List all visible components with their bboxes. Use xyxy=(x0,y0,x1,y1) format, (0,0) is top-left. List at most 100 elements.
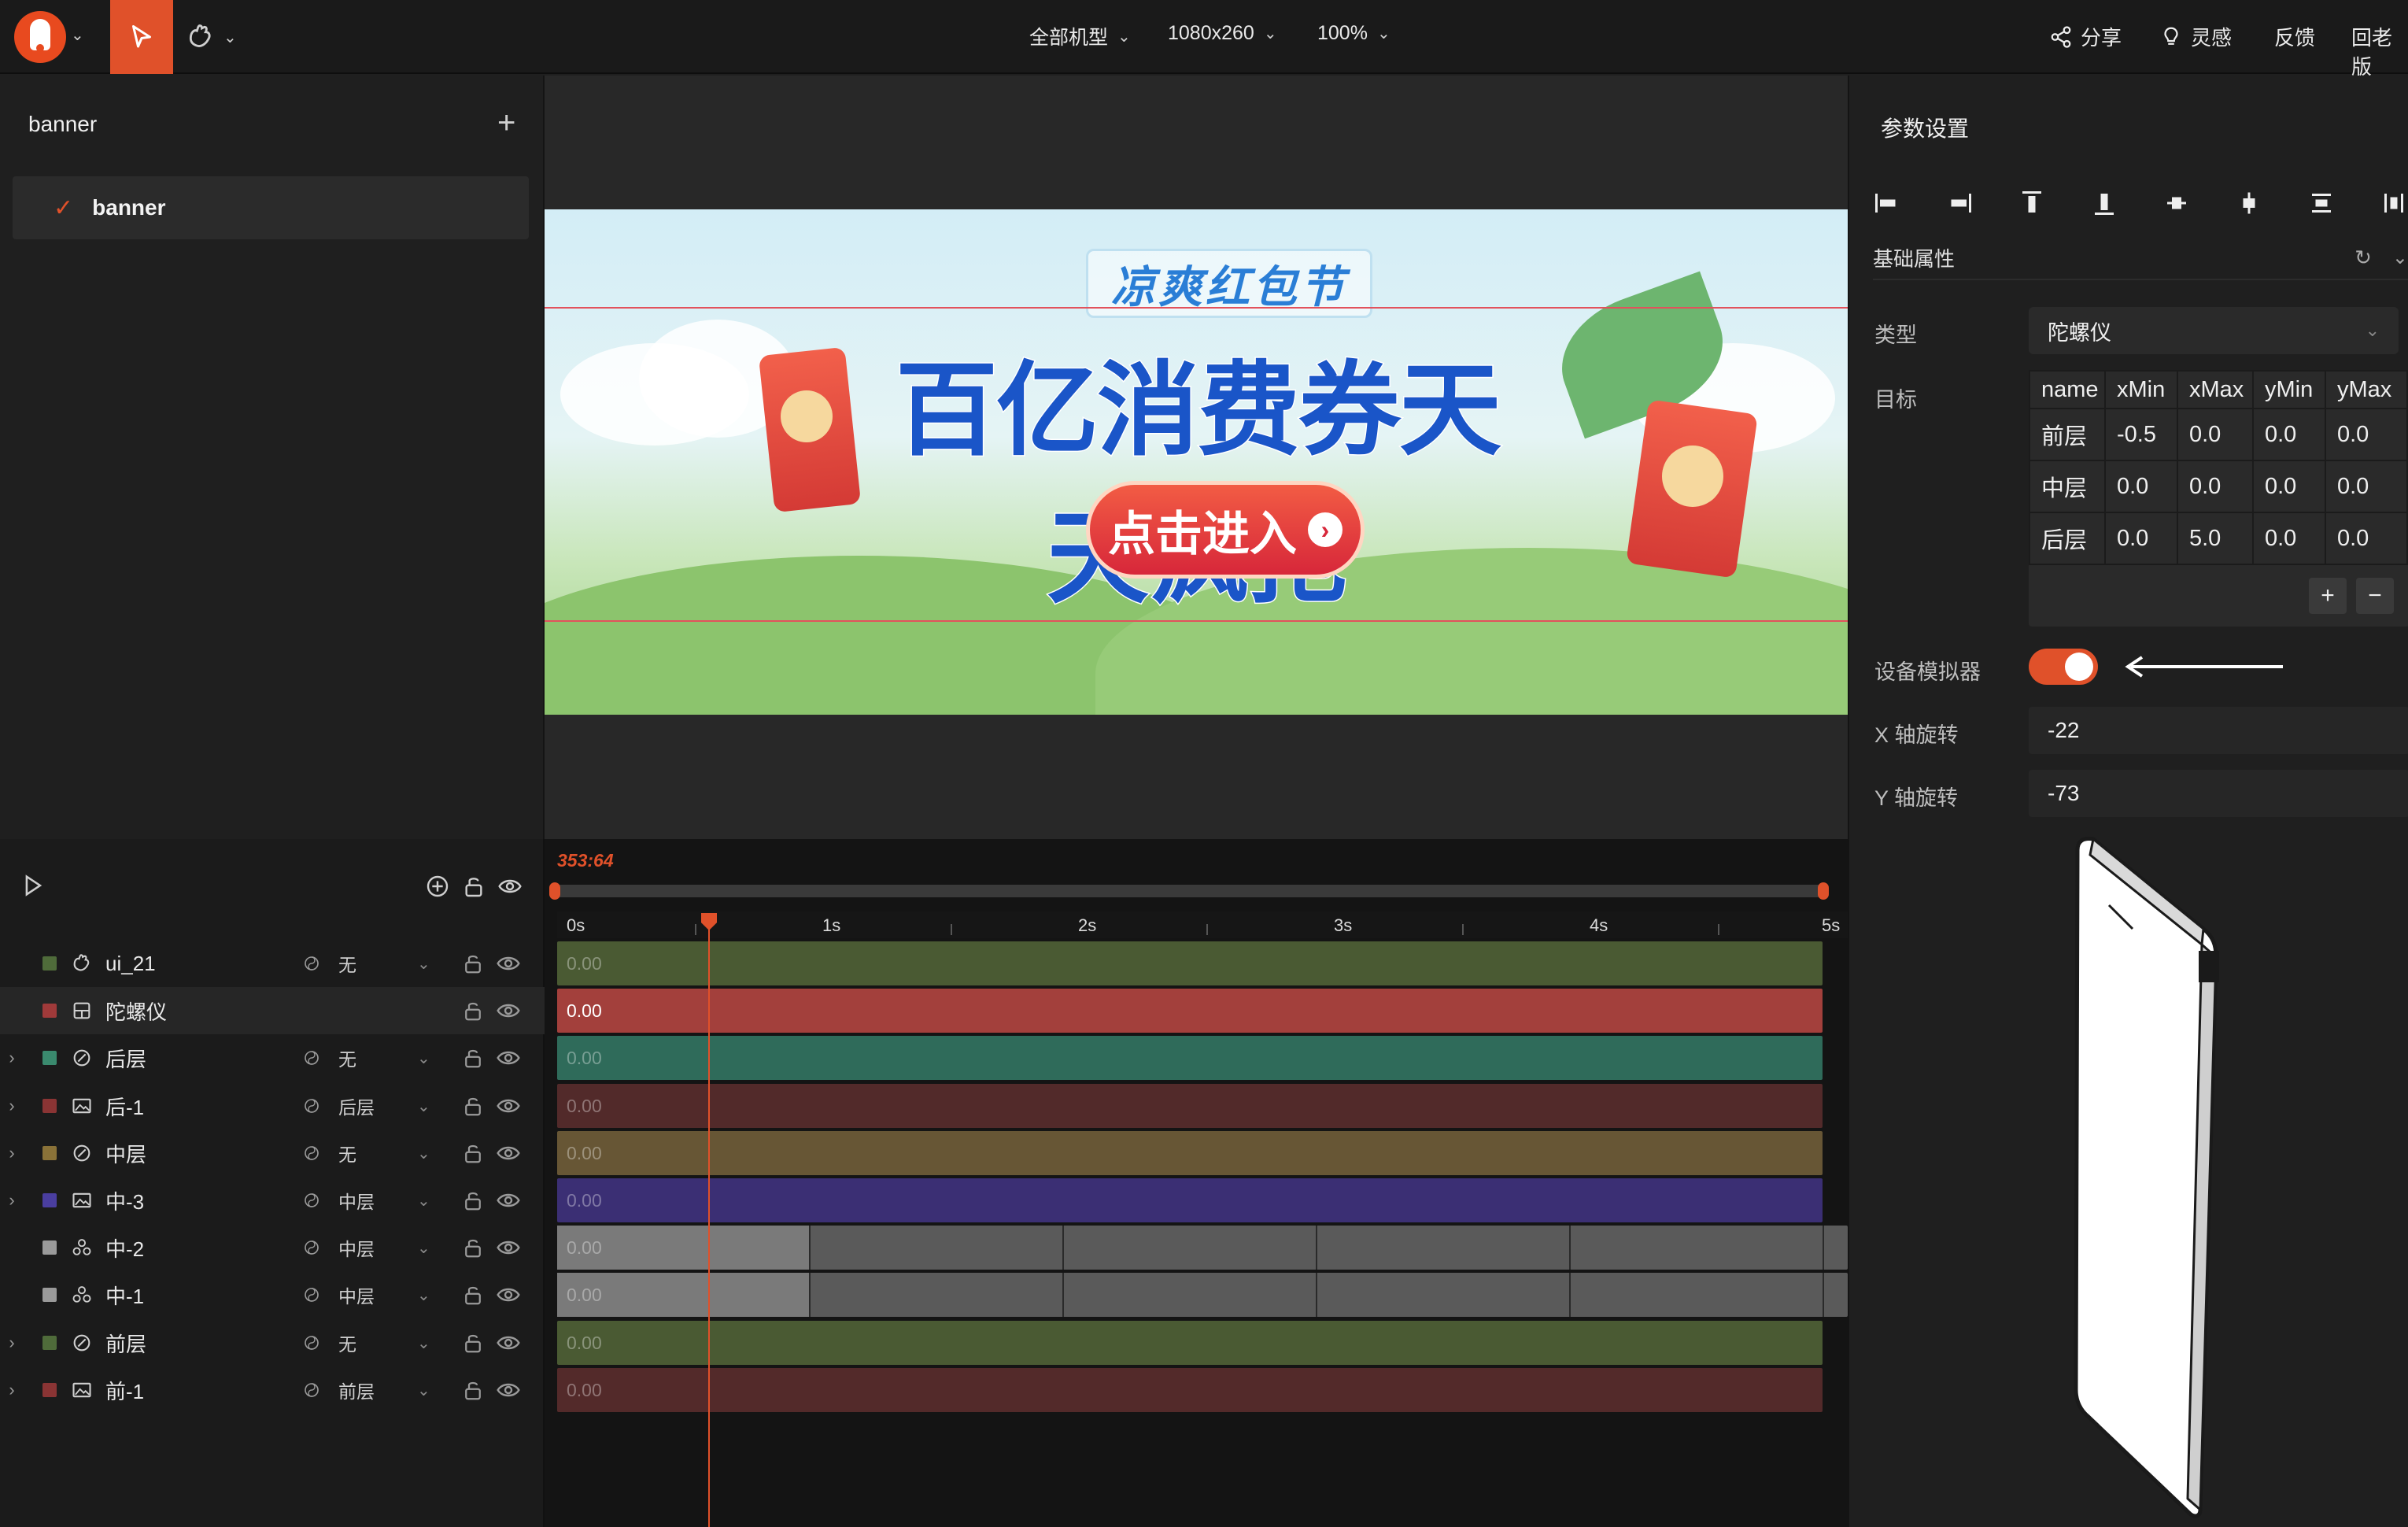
blend-mode-select[interactable]: 无 xyxy=(338,1329,417,1356)
align-top-icon[interactable] xyxy=(2018,189,2046,217)
hand-tool-button[interactable]: ⌄ xyxy=(186,17,257,57)
chevron-down-icon[interactable]: ⌄ xyxy=(417,1285,441,1305)
eye-icon[interactable] xyxy=(496,1188,521,1213)
chevron-down-icon[interactable]: ⌄ xyxy=(417,954,441,974)
hand-tool-chevron-icon[interactable]: ⌄ xyxy=(223,28,237,47)
blend-mode-select[interactable]: 无 xyxy=(338,1140,417,1167)
lock-icon[interactable] xyxy=(461,1236,485,1259)
layer-row[interactable]: › 后-1 后层 ⌄ xyxy=(0,1082,545,1130)
table-cell[interactable]: 0.0 xyxy=(2252,460,2326,513)
table-cell[interactable]: -0.5 xyxy=(2104,408,2178,461)
chevron-down-icon[interactable]: ⌄ xyxy=(417,1096,441,1116)
layer-row[interactable]: › 中层 无 ⌄ xyxy=(0,1130,545,1177)
table-cell[interactable]: 0.0 xyxy=(2104,460,2178,513)
logo-menu-chevron-icon[interactable]: ⌄ xyxy=(71,25,84,45)
scrollbar-start-handle[interactable] xyxy=(549,882,560,900)
table-cell[interactable]: 0.0 xyxy=(2177,408,2254,461)
table-cell[interactable]: 0.0 xyxy=(2177,460,2254,513)
lock-icon[interactable] xyxy=(461,952,485,975)
table-cell[interactable]: 0.0 xyxy=(2325,408,2408,461)
blend-mode-select[interactable]: 前层 xyxy=(338,1377,417,1403)
layer-row[interactable]: › 前-1 前层 ⌄ xyxy=(0,1366,545,1414)
eye-icon[interactable] xyxy=(496,1282,521,1307)
expand-chevron-icon[interactable]: › xyxy=(0,1096,24,1116)
x-rotation-input[interactable]: -22 xyxy=(2029,707,2408,754)
reset-icon[interactable]: ↻ xyxy=(2354,246,2372,270)
lock-icon[interactable] xyxy=(461,1331,485,1355)
chevron-down-icon[interactable]: ⌄ xyxy=(417,1048,441,1068)
timeline-track[interactable]: 0.00 xyxy=(557,1084,1823,1128)
share-button[interactable]: 分享 xyxy=(2049,22,2122,51)
basic-properties-header[interactable]: 基础属性 ↻ ⌄ xyxy=(1873,236,2408,280)
inspiration-button[interactable]: 灵感 xyxy=(2159,22,2232,51)
expand-chevron-icon[interactable]: › xyxy=(0,1048,24,1068)
lock-icon[interactable] xyxy=(461,1046,485,1070)
blend-mode-select[interactable]: 中层 xyxy=(338,1281,417,1308)
timeline-track[interactable]: 0.00 xyxy=(557,1036,1823,1080)
timeline-track[interactable]: 0.00 xyxy=(557,1273,1848,1317)
blend-mode-select[interactable]: 无 xyxy=(338,1044,417,1071)
expand-chevron-icon[interactable]: › xyxy=(0,1333,24,1353)
play-icon[interactable] xyxy=(19,872,46,899)
blend-mode-select[interactable]: 无 xyxy=(338,950,417,977)
scrollbar-end-handle[interactable] xyxy=(1818,882,1829,900)
chevron-down-icon[interactable]: ⌄ xyxy=(417,1191,441,1211)
blend-mode-select[interactable]: 中层 xyxy=(338,1234,417,1261)
layer-row[interactable]: 中-1 中层 ⌄ xyxy=(0,1271,545,1318)
chevron-down-icon[interactable]: ⌄ xyxy=(2392,246,2408,269)
layer-row[interactable]: › 后层 无 ⌄ xyxy=(0,1034,545,1081)
remove-row-button[interactable]: − xyxy=(2356,578,2394,614)
chevron-down-icon[interactable]: ⌄ xyxy=(417,1144,441,1163)
align-bottom-icon[interactable] xyxy=(2090,189,2118,217)
layer-row[interactable]: ui_21 无 ⌄ xyxy=(0,940,545,987)
feedback-button[interactable]: 反馈 xyxy=(2274,22,2315,51)
align-right-icon[interactable] xyxy=(1945,189,1974,217)
align-center-horizontal-icon[interactable] xyxy=(2235,189,2263,217)
scene-item-banner[interactable]: ✓ banner xyxy=(13,176,529,239)
layer-row[interactable]: › 中-3 中层 ⌄ xyxy=(0,1177,545,1224)
add-layer-icon[interactable] xyxy=(425,874,450,899)
eye-icon[interactable] xyxy=(496,951,521,976)
eye-icon[interactable] xyxy=(496,1141,521,1166)
expand-chevron-icon[interactable]: › xyxy=(0,1380,24,1400)
timeline-track[interactable]: 0.00 xyxy=(557,1178,1823,1222)
add-scene-icon[interactable]: + xyxy=(497,107,515,139)
timeline-track[interactable]: 0.00 xyxy=(557,1368,1823,1412)
chevron-down-icon[interactable]: ⌄ xyxy=(417,1333,441,1353)
app-logo-icon[interactable] xyxy=(14,11,66,63)
lock-icon[interactable] xyxy=(461,1378,485,1402)
chevron-down-icon[interactable]: ⌄ xyxy=(417,1238,441,1258)
lock-icon[interactable] xyxy=(461,999,485,1022)
resolution-selector[interactable]: 1080x260 ⌄ xyxy=(1168,22,1277,45)
blend-mode-select[interactable]: 中层 xyxy=(338,1187,417,1214)
blend-mode-select[interactable]: 后层 xyxy=(338,1093,417,1119)
lock-icon[interactable] xyxy=(461,1189,485,1212)
layer-row[interactable]: 陀螺仪 xyxy=(0,987,545,1034)
eye-icon[interactable] xyxy=(496,1377,521,1403)
eye-icon[interactable] xyxy=(497,874,523,899)
eye-icon[interactable] xyxy=(496,1045,521,1070)
y-rotation-input[interactable]: -73 xyxy=(2029,770,2408,817)
timeline-track[interactable]: 0.00 xyxy=(557,1321,1823,1365)
layer-row[interactable]: › 前层 无 ⌄ xyxy=(0,1319,545,1366)
eye-icon[interactable] xyxy=(496,1093,521,1118)
add-row-button[interactable]: + xyxy=(2309,578,2347,614)
expand-chevron-icon[interactable]: › xyxy=(0,1143,24,1163)
lock-icon[interactable] xyxy=(461,1094,485,1118)
eye-icon[interactable] xyxy=(496,998,521,1023)
timeline-scrollbar[interactable] xyxy=(551,885,1826,897)
layer-row[interactable]: 中-2 中层 ⌄ xyxy=(0,1224,545,1271)
select-tool-button[interactable] xyxy=(110,0,173,74)
zoom-selector[interactable]: 100% ⌄ xyxy=(1317,22,1391,45)
lock-icon[interactable] xyxy=(461,874,486,899)
table-cell[interactable]: 5.0 xyxy=(2177,512,2254,565)
align-center-vertical-icon[interactable] xyxy=(2162,189,2191,217)
table-cell[interactable]: 0.0 xyxy=(2252,408,2326,461)
chevron-down-icon[interactable]: ⌄ xyxy=(417,1381,441,1400)
old-version-button[interactable]: 回老版 xyxy=(2351,22,2408,80)
banner-preview[interactable]: 凉爽红包节 百亿消费券天天疯抢 点击进入 › xyxy=(545,209,1848,715)
eye-icon[interactable] xyxy=(496,1330,521,1355)
simulator-toggle[interactable] xyxy=(2029,649,2098,685)
lock-icon[interactable] xyxy=(461,1283,485,1307)
timeline-track[interactable]: 0.00 xyxy=(557,989,1823,1033)
